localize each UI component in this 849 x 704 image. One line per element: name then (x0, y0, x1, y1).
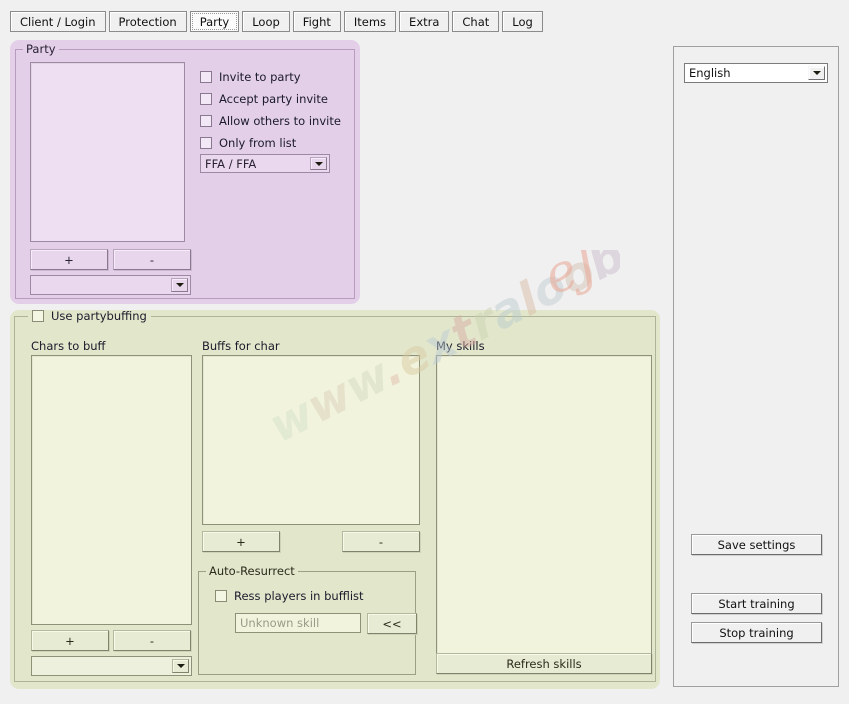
checkbox-ress-players-in-bufflist[interactable]: Ress players in bufflist (215, 589, 364, 603)
party-member-list[interactable] (30, 62, 185, 242)
checkbox-label: Use partybuffing (51, 309, 147, 323)
party-add-button[interactable]: + (30, 249, 108, 270)
party-panel: Party Invite to party Accept party invit… (10, 40, 360, 304)
start-training-button[interactable]: Start training (691, 593, 822, 614)
loot-mode-combo[interactable]: FFA / FFA (200, 154, 330, 173)
ress-skill-assign-button[interactable]: << (367, 613, 417, 634)
checkbox-use-partybuffing[interactable]: Use partybuffing (28, 310, 151, 322)
checkbox-box (200, 115, 212, 127)
label-buffs-for-char: Buffs for char (202, 339, 280, 353)
checkbox-invite-to-party[interactable]: Invite to party (200, 70, 301, 84)
checkbox-label: Ress players in bufflist (234, 589, 364, 603)
checkbox-label: Invite to party (219, 70, 301, 84)
checkbox-label: Accept party invite (219, 92, 328, 106)
language-combo[interactable]: English (684, 63, 828, 83)
party-bottom-combo[interactable] (30, 275, 191, 295)
language-combo-value: English (689, 66, 731, 80)
chars-to-buff-remove-button[interactable]: - (113, 630, 191, 651)
checkbox-box (32, 310, 44, 322)
partybuffing-panel: Use partybuffing Chars to buff + - Buffs… (10, 310, 660, 689)
loot-mode-value: FFA / FFA (205, 156, 257, 171)
buffs-for-char-list[interactable] (202, 355, 420, 525)
tab-strip: Client / Login Protection Party Loop Fig… (10, 11, 543, 33)
auto-resurrect-group-box: Auto-Resurrect Ress players in bufflist … (198, 565, 417, 675)
chevron-down-icon[interactable] (171, 278, 188, 292)
label-my-skills: My skills (436, 339, 485, 353)
auto-resurrect-group-title: Auto-Resurrect (206, 565, 298, 577)
tab-items[interactable]: Items (343, 11, 397, 32)
chevron-down-icon[interactable] (310, 157, 327, 170)
my-skills-list[interactable] (436, 355, 652, 655)
chars-to-buff-list[interactable] (31, 355, 192, 625)
save-settings-button[interactable]: Save settings (691, 534, 822, 555)
chevron-down-icon[interactable] (172, 659, 189, 673)
checkbox-box (200, 71, 212, 83)
partybuffing-group-box: Use partybuffing Chars to buff + - Buffs… (14, 310, 656, 682)
tab-chat[interactable]: Chat (452, 11, 500, 32)
party-remove-button[interactable]: - (113, 249, 191, 270)
party-group-title: Party (23, 43, 59, 55)
watermark-logo-text: eJ (535, 250, 608, 307)
chars-to-buff-add-button[interactable]: + (31, 630, 109, 651)
chars-to-buff-combo[interactable] (31, 656, 192, 676)
chevron-down-icon[interactable] (808, 66, 825, 80)
tab-loop[interactable]: Loop (242, 11, 290, 32)
buffs-for-char-add-button[interactable]: + (202, 531, 280, 552)
tab-fight[interactable]: Fight (292, 11, 341, 32)
checkbox-label: Allow others to invite (219, 114, 341, 128)
ress-skill-field[interactable]: Unknown skill (235, 613, 361, 633)
checkbox-accept-party-invite[interactable]: Accept party invite (200, 92, 328, 106)
tab-extra[interactable]: Extra (399, 11, 450, 32)
party-group-box: Party Invite to party Accept party invit… (15, 43, 355, 299)
label-chars-to-buff: Chars to buff (31, 339, 106, 353)
tab-log[interactable]: Log (502, 11, 543, 32)
checkbox-label: Only from list (219, 136, 297, 150)
tab-client-login[interactable]: Client / Login (10, 11, 106, 32)
checkbox-box (200, 137, 212, 149)
watermark-logo: eJ (535, 231, 608, 307)
stop-training-button[interactable]: Stop training (691, 622, 822, 643)
buffs-for-char-remove-button[interactable]: - (342, 531, 420, 552)
right-panel: English Save settings Start training Sto… (673, 46, 839, 687)
checkbox-box (215, 590, 227, 602)
ress-skill-placeholder: Unknown skill (240, 616, 320, 630)
tab-party[interactable]: Party (189, 11, 240, 32)
checkbox-box (200, 93, 212, 105)
checkbox-only-from-list[interactable]: Only from list (200, 136, 296, 150)
refresh-skills-button[interactable]: Refresh skills (436, 653, 652, 674)
checkbox-allow-others-to-invite[interactable]: Allow others to invite (200, 114, 341, 128)
tab-protection[interactable]: Protection (108, 11, 187, 32)
